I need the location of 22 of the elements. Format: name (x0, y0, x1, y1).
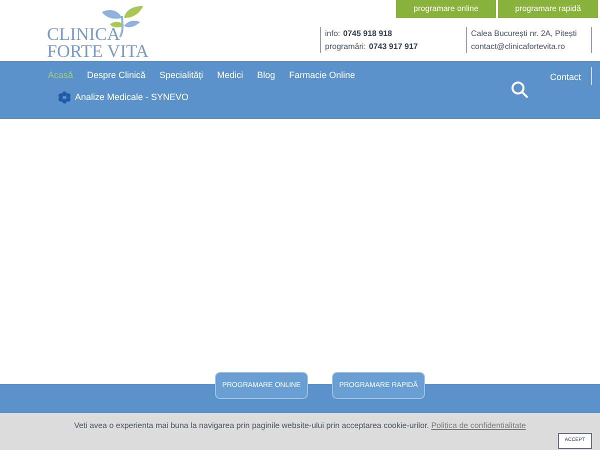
nav-link[interactable]: Blog (257, 69, 276, 83)
privacy-link[interactable]: Politica de confidentialitate (431, 421, 526, 430)
flower-icon (58, 91, 71, 104)
appointment-button[interactable]: programare rapidă (498, 0, 598, 18)
appointment-button[interactable]: programare online (396, 0, 496, 18)
address-text: Calea București nr. 2A, Pitești (471, 28, 578, 40)
address-text: contact@clinicafortevita.ro (471, 41, 566, 53)
search-icon[interactable] (511, 81, 529, 99)
nav-link[interactable]: Specialități (160, 69, 204, 83)
contact-label: info: (325, 28, 340, 40)
nav-link[interactable]: Farmacie Online (289, 69, 356, 83)
nav-link[interactable]: Acasă (48, 69, 74, 83)
nav-link[interactable]: Analize Medicale - SYNEVO (75, 91, 189, 104)
nav-link[interactable]: Contact (550, 71, 581, 84)
phone-number: 0743 917 917 (368, 41, 418, 53)
contact-label: programări: (325, 41, 366, 53)
nav-link[interactable]: Medici (217, 69, 244, 83)
cookie-message: Veti avea o experienta mai buna la navigarea prin paginile website-ului prin acceptarea cookie-urilor. Politica de confidentialitate (74, 420, 526, 432)
nav-link[interactable]: Despre Clinică (87, 69, 146, 83)
logo-text: FORTE VITA (47, 43, 150, 60)
phone-number: 0745 918 918 (343, 28, 392, 40)
logo-text: CLINICA (47, 26, 121, 43)
